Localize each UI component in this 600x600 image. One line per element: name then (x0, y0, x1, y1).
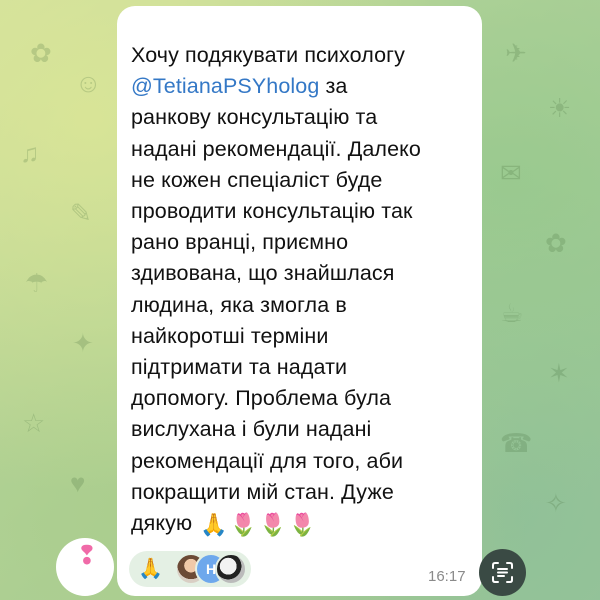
brand-mark-icon: ❢ (76, 540, 98, 570)
message-line: людина, яка змогла в (131, 292, 347, 317)
message-line: вислухана і були надані (131, 417, 372, 442)
doodle-icon: ✧ (545, 488, 567, 518)
reactor-avatar (215, 553, 247, 585)
message-timestamp: 16:17 (428, 568, 466, 585)
doodle-icon: ☕ (500, 298, 524, 328)
doodle-icon: ☆ (22, 408, 46, 438)
doodle-icon: ☎ (500, 428, 533, 458)
doodle-icon: ✈ (505, 38, 527, 68)
message-line: допомогу. Проблема була (131, 386, 392, 411)
doodle-icon: ✿ (545, 228, 567, 258)
doodle-icon: ✦ (72, 328, 94, 358)
tulip-emoji: 🌷 (229, 512, 258, 538)
message-bubble[interactable]: Хочу подякувати психологу @TetianaPSYholo… (117, 6, 482, 596)
doodle-icon: ☺ (75, 68, 102, 98)
message-line: за (319, 74, 348, 99)
message-line: не кожен спеціаліст буде (131, 167, 383, 192)
message-line: ранкову консультацію та (131, 105, 378, 130)
doodle-icon: ✉ (500, 158, 522, 188)
doodle-icon: ♥ (70, 468, 86, 498)
message-line: здивована, що знайшлася (131, 261, 395, 286)
doodle-icon: ✶ (548, 358, 570, 388)
message-line: дякую (131, 511, 193, 536)
reaction-pill[interactable]: 🙏 Н (129, 551, 251, 587)
doodle-icon: ☂ (25, 268, 49, 298)
folded-hands-emoji: 🙏 (200, 512, 228, 538)
message-line: підтримати та надати (131, 355, 348, 380)
message-line: Хочу подякувати психологу (131, 43, 405, 67)
doodle-icon: ✎ (70, 198, 92, 228)
message-line: покращити мій стан. Дуже (131, 479, 394, 504)
tulip-emoji: 🌷 (288, 512, 317, 538)
message-line: рекомендації для того, аби (131, 448, 404, 473)
message-line: проводити консультацію так (131, 199, 413, 224)
doodle-icon: ✿ (30, 38, 52, 68)
doodle-icon: ♫ (20, 138, 40, 168)
message-line: найкоротші терміни (131, 323, 329, 348)
text-scan-button[interactable] (479, 549, 526, 596)
chat-screen: ✿ ☺ ♫ ✎ ☂ ✦ ☆ ♥ ✈ ☀ ✉ ✿ ☕ ✶ ☎ ✧ Хочу под… (0, 0, 600, 600)
message-text: Хочу подякувати психологу @TetianaPSYholo… (131, 40, 468, 539)
mention-link[interactable]: @TetianaPSYholog (131, 74, 319, 98)
text-scan-icon (492, 562, 513, 583)
message-line: рано вранці, приємно (131, 230, 349, 255)
reaction-emoji: 🙏 (138, 558, 163, 580)
message-line: надані рекомендації. Далеко (131, 136, 421, 161)
tulip-emoji: 🌷 (259, 512, 287, 538)
doodle-icon: ☀ (548, 93, 572, 123)
